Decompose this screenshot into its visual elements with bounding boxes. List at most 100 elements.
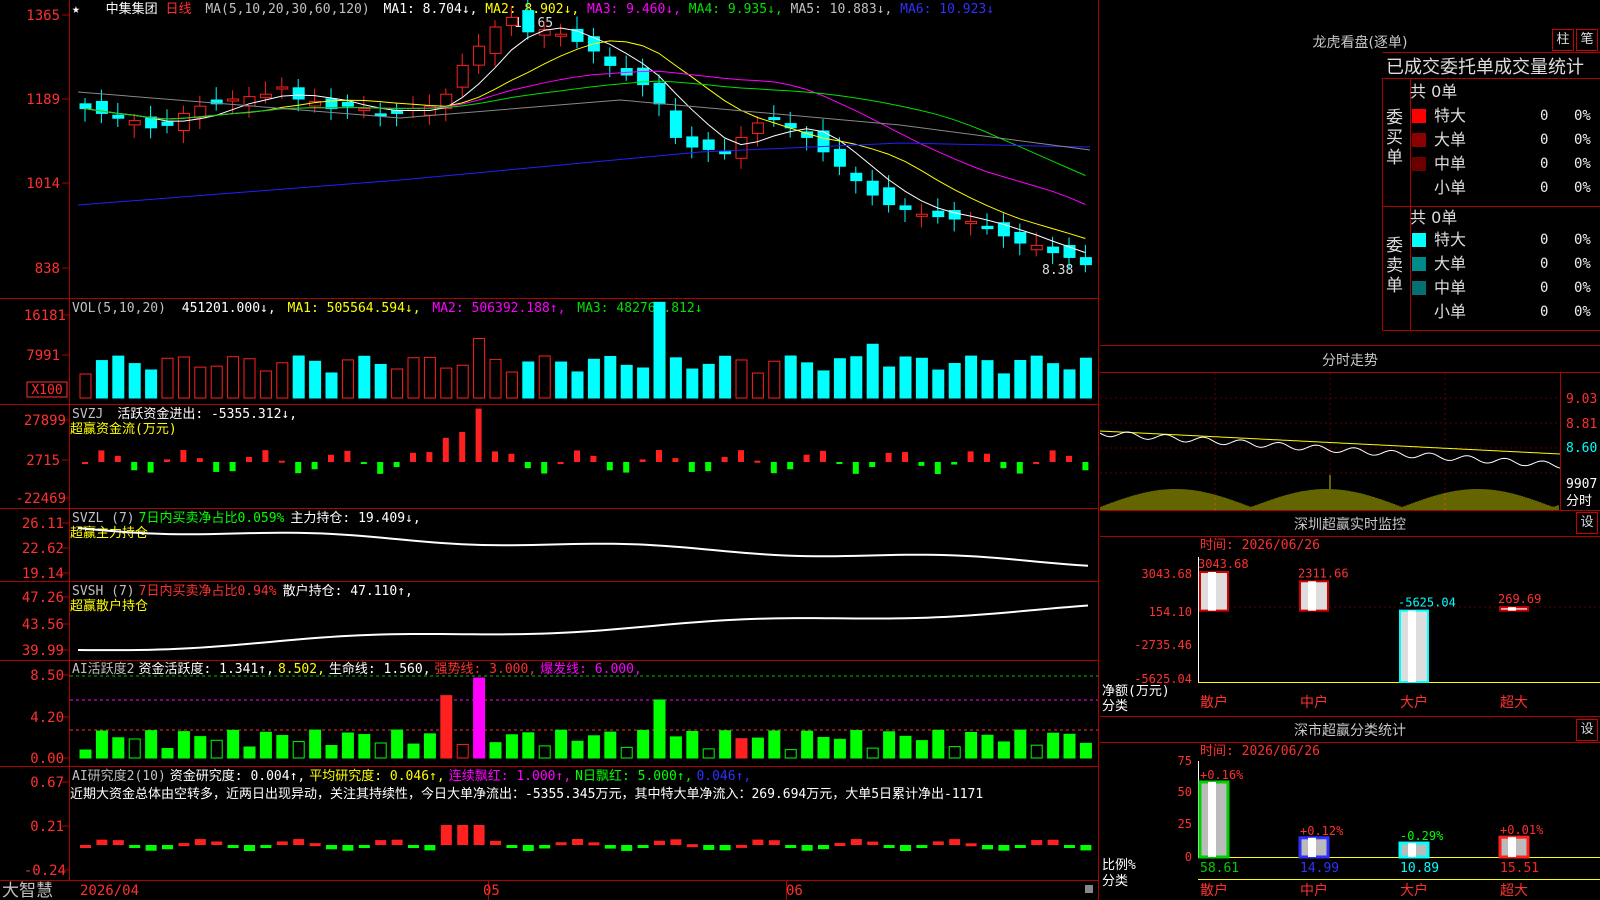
ai1-title: AI活跃度2 bbox=[72, 661, 134, 677]
ai1-bar bbox=[653, 699, 666, 759]
ai1-bar bbox=[833, 738, 846, 759]
volume-bar bbox=[259, 370, 272, 399]
lhb-header: 已成交委托单成交量统计 bbox=[1386, 57, 1584, 78]
ai2-bar bbox=[96, 839, 108, 845]
ma5-value: MA5: 10.883↓, bbox=[791, 2, 893, 17]
ai1-bar bbox=[309, 729, 322, 759]
ai1-bar bbox=[686, 730, 699, 759]
ai2-bar bbox=[982, 845, 993, 850]
ai2-note: 近期大资金总体由空转多，近两日出现异动，关注其持续性，今日大单净流出：-5355… bbox=[70, 786, 983, 802]
order-size-label: 小单 bbox=[1434, 178, 1467, 197]
svzj-axis-label: -22469 bbox=[15, 491, 66, 507]
svzj-bar bbox=[754, 460, 761, 463]
svzj-title: SVZJ bbox=[72, 407, 103, 422]
volume-bar bbox=[866, 343, 879, 399]
ai2-bar bbox=[785, 845, 797, 848]
ai1-bar bbox=[194, 736, 207, 759]
tick-view-button[interactable]: 笔 bbox=[1576, 29, 1598, 51]
ai1-bar bbox=[604, 731, 617, 759]
ai1-lifeline: 生命线: 1.560, bbox=[329, 661, 431, 677]
candle-body bbox=[555, 33, 568, 37]
classify-xlabel: 分类 bbox=[1102, 874, 1128, 889]
ai2-bar bbox=[883, 845, 895, 848]
ai1-bar bbox=[276, 735, 289, 759]
order-size-label: 特大 bbox=[1434, 230, 1467, 249]
svzj-bar bbox=[377, 462, 384, 474]
order-percent: 0% bbox=[1574, 280, 1591, 296]
monitor-category: 中户 bbox=[1300, 694, 1328, 711]
ai2-bar bbox=[358, 845, 370, 848]
bar-view-button[interactable]: 柱 bbox=[1552, 29, 1574, 51]
kline-chart-area[interactable]: 1365 1189 1014 838 16181 7991 27899 2715… bbox=[0, 0, 1100, 900]
vol-value: 451201.000↓, bbox=[182, 301, 276, 316]
svg-text:VOL(5,10,20) 451201.000↓,: VOL(5,10,20) 451201.000↓, MA1: 505564.59… bbox=[72, 301, 703, 316]
ai1-bar bbox=[440, 695, 453, 759]
monitor-bar-highlight bbox=[1508, 607, 1516, 611]
ai1-strong: 强势线: 3.000, bbox=[435, 661, 537, 677]
candle-body bbox=[653, 82, 666, 105]
candle-body bbox=[981, 225, 994, 230]
ai2-axis-label: 0.67 bbox=[30, 775, 64, 791]
volume-bar bbox=[850, 356, 863, 399]
monitor-settings-button[interactable]: 设 bbox=[1576, 512, 1598, 534]
volume-bar bbox=[95, 360, 108, 399]
ai1-bar bbox=[817, 736, 830, 759]
volume-bar bbox=[276, 362, 289, 399]
svzj-bar bbox=[426, 452, 433, 462]
volume-bar bbox=[1030, 355, 1043, 399]
order-count: 0 bbox=[1540, 180, 1549, 196]
monitor-bar-value: -5625.04 bbox=[1398, 596, 1456, 610]
ai1-bar bbox=[587, 735, 600, 759]
monitor-bar-highlight bbox=[1308, 581, 1316, 611]
order-count: 0 bbox=[1540, 304, 1549, 320]
volume-bar bbox=[1014, 360, 1027, 399]
ai1-bar bbox=[899, 735, 912, 759]
classify-bar-highlight bbox=[1208, 781, 1216, 857]
ai2-bar bbox=[129, 845, 141, 848]
ma1-value: MA1: 8.704↓, bbox=[384, 2, 478, 17]
lock-icon[interactable] bbox=[1085, 885, 1093, 893]
ai1-bar bbox=[1047, 732, 1060, 759]
svzj-bar bbox=[705, 462, 712, 472]
volume-bar bbox=[128, 363, 141, 399]
svzj-bar bbox=[951, 462, 958, 465]
classify-value: 58.61 bbox=[1200, 861, 1239, 876]
order-size-label: 中单 bbox=[1434, 154, 1467, 173]
candle-body bbox=[505, 16, 518, 26]
svzj-bar bbox=[246, 456, 252, 462]
favorite-star-icon[interactable]: ★ bbox=[72, 2, 80, 17]
volume-bar bbox=[981, 360, 994, 399]
candle-body bbox=[735, 136, 748, 159]
ai1-bar bbox=[1063, 733, 1076, 759]
candle-body bbox=[79, 103, 92, 110]
intraday-chart[interactable]: 9.03 8.81 8.60 9907 分时 bbox=[1100, 373, 1600, 510]
svzj-label: 活跃资金进出: -5355.312↓, bbox=[117, 406, 297, 422]
order-size-swatch bbox=[1412, 281, 1426, 295]
svzl-axis-label: 19.14 bbox=[22, 566, 64, 582]
ai1-bar bbox=[915, 740, 928, 759]
classify-axis-label: 25 bbox=[1178, 817, 1192, 831]
order-percent: 0% bbox=[1574, 156, 1591, 172]
svzj-bar bbox=[1082, 462, 1089, 471]
classify-settings-button[interactable]: 设 bbox=[1576, 719, 1598, 741]
svzj-bar bbox=[196, 458, 203, 462]
ai2-bar bbox=[490, 840, 501, 845]
ai1-bar bbox=[571, 740, 584, 759]
ai1-bar bbox=[702, 748, 715, 759]
svzj-bar bbox=[180, 450, 187, 462]
ai2-bar bbox=[670, 839, 682, 845]
svzj-bar bbox=[459, 431, 466, 462]
candle-body bbox=[932, 210, 945, 218]
ai2-bar bbox=[768, 840, 780, 845]
svzj-bar bbox=[836, 462, 843, 464]
vol-title: VOL(5,10,20) bbox=[72, 301, 166, 316]
volume-bar bbox=[833, 358, 846, 399]
order-size-label: 小单 bbox=[1434, 302, 1467, 321]
order-percent: 0% bbox=[1574, 180, 1591, 196]
ai2-bar bbox=[932, 841, 944, 845]
ai2-bar bbox=[457, 825, 469, 845]
volume-bar bbox=[358, 355, 371, 399]
ai2-bar bbox=[736, 844, 747, 848]
svzj-bar bbox=[229, 462, 236, 472]
period-label[interactable]: 日线 bbox=[166, 2, 192, 17]
